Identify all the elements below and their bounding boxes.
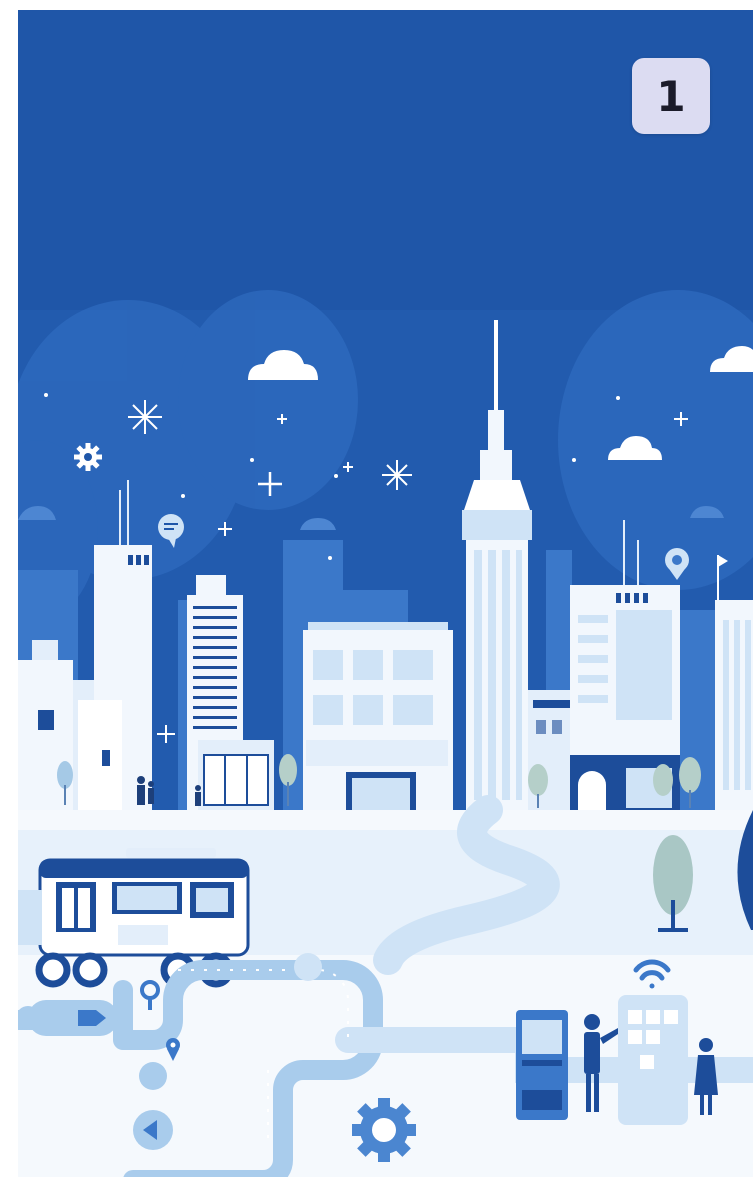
- smart-screen: [618, 995, 688, 1125]
- illustration-frame: 1: [0, 0, 753, 1177]
- step-number: 1: [656, 71, 686, 121]
- gear-icon: [74, 443, 102, 471]
- building-glass-mid: [303, 622, 453, 810]
- step-number-badge: 1: [632, 58, 710, 134]
- route-endpoint: [133, 1110, 173, 1150]
- gear-icon: [352, 1098, 416, 1162]
- city-illustration: [18, 10, 753, 1177]
- ticket-kiosk: [516, 1010, 568, 1120]
